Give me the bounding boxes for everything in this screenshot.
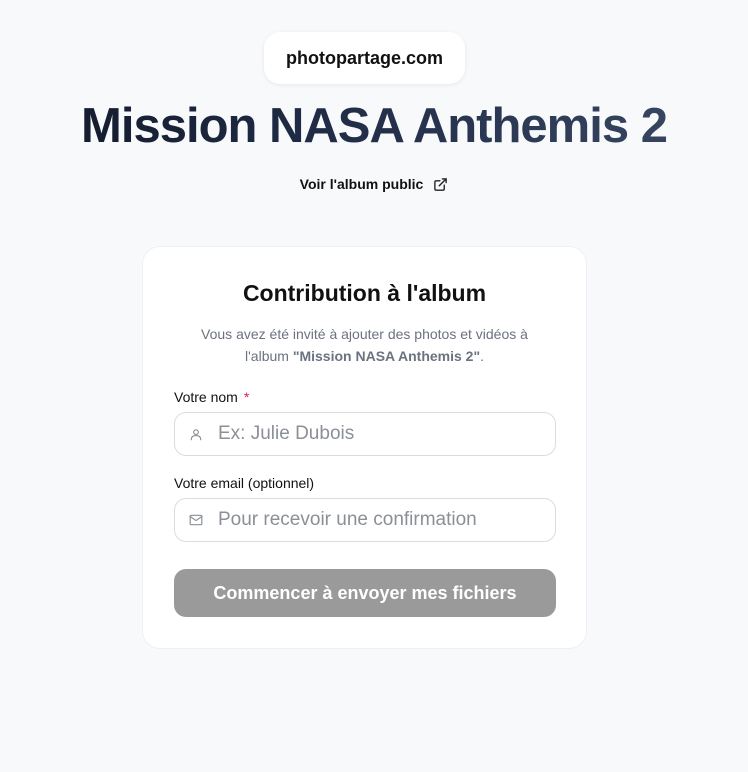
email-label-text: Votre email (optionnel) (174, 475, 315, 491)
email-input[interactable] (216, 508, 540, 532)
album-title: Mission NASA Anthemis 2 (0, 96, 748, 156)
name-input[interactable] (216, 422, 540, 446)
card-description: Vous avez été invité à ajouter des photo… (183, 323, 546, 367)
email-field-label: Votre email (optionnel) (174, 475, 314, 491)
mail-icon (188, 512, 204, 528)
brand-name: photopartage.com (285, 47, 443, 68)
card-title: Contribution à l'album (242, 280, 487, 306)
name-label-text: Votre nom (174, 389, 238, 405)
start-upload-button[interactable]: Commencer à envoyer mes fichiers (174, 569, 556, 617)
contribution-card: Contribution à l'album Vous avez été inv… (142, 246, 587, 649)
user-icon (188, 426, 204, 442)
email-field (174, 498, 556, 542)
public-album-link-label: Voir l'album public (299, 176, 424, 192)
brand-pill: photopartage.com (264, 32, 465, 84)
external-link-icon (433, 177, 448, 192)
description-album-name: "Mission NASA Anthemis 2" (292, 348, 481, 364)
name-field (174, 412, 556, 456)
description-suffix: . (480, 348, 484, 364)
name-field-label: Votre nom * (174, 389, 249, 405)
public-album-link[interactable]: Voir l'album public (0, 176, 748, 192)
required-mark: * (243, 389, 250, 405)
